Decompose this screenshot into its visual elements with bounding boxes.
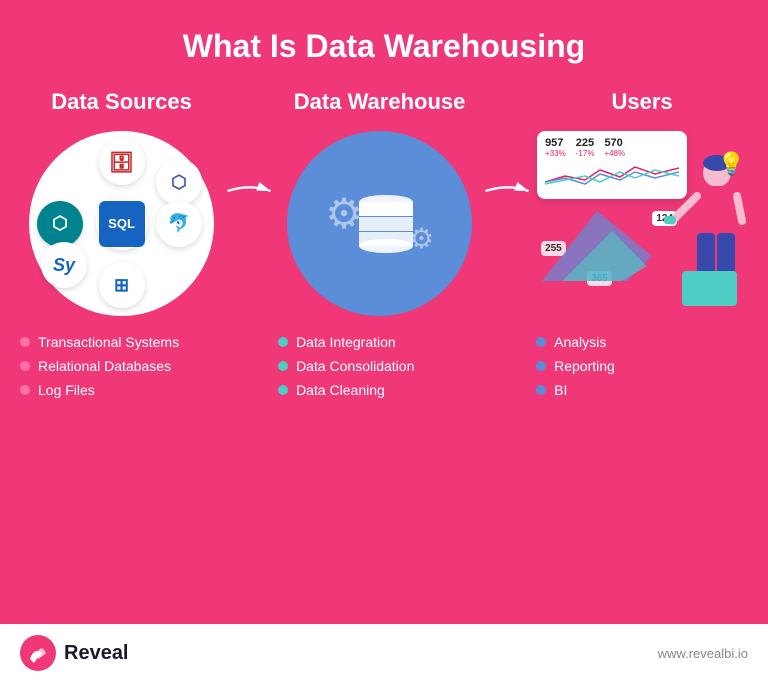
source-icon-network: ⊞: [99, 262, 145, 308]
website-url: www.revealbi.io: [658, 646, 748, 661]
source-icon-sy: Sy: [41, 242, 87, 288]
warehouse-bullet-list: Data Integration Data Consolidation Data…: [278, 334, 481, 406]
lightbulb-icon: 💡: [718, 151, 745, 177]
sy-icon: Sy: [53, 255, 75, 276]
sources-bullet-list: Transactional Systems Relational Databas…: [20, 334, 223, 406]
chart-numbers-row: 957 +33% 225 -17% 570 +48%: [545, 137, 679, 158]
content-area: Data Sources 🗄 ⬡ ⬡ SQL: [0, 89, 768, 624]
db-red-icon: 🗄: [109, 150, 134, 175]
network-icon: ⊞: [114, 275, 129, 296]
sources-bullet-2: Relational Databases: [20, 358, 223, 374]
reveal-logo-icon: [20, 635, 56, 671]
bullet-dot-8: [536, 361, 546, 371]
footer: Reveal www.revealbi.io: [0, 624, 768, 682]
user-figure-svg: [662, 151, 747, 331]
gear-left-icon: ⚙: [325, 189, 363, 238]
warehouse-bullet-2: Data Consolidation: [278, 358, 481, 374]
data-warehouse-column: Data Warehouse ⚙: [278, 89, 481, 406]
source-icon-aws: ⬡: [156, 159, 202, 205]
area-chart-svg: [545, 162, 679, 188]
bullet-dot-7: [536, 337, 546, 347]
dw-content: ⚙ ⚙: [287, 131, 472, 316]
db-band-2: [359, 217, 413, 231]
users-bullet-1: Analysis: [536, 334, 748, 350]
aws-icon: ⬡: [171, 172, 187, 193]
chart-num-1: 957 +33%: [545, 137, 566, 158]
db-band-1: [359, 202, 413, 216]
sources-bullet-3: Log Files: [20, 382, 223, 398]
chart-num-2: 225 -17%: [576, 137, 595, 158]
arrow-2-svg: [481, 181, 536, 201]
arrow-1-svg: [223, 181, 278, 201]
data-warehouse-title: Data Warehouse: [294, 89, 466, 115]
users-bullet-list: Analysis Reporting BI: [536, 334, 748, 406]
users-title: Users: [611, 89, 672, 115]
bullet-dot-6: [278, 385, 288, 395]
bullet-dot-1: [20, 337, 30, 347]
sql-badge: SQL: [99, 201, 145, 247]
logo-area: Reveal: [20, 635, 129, 671]
arrow-2: [481, 181, 536, 201]
sources-bullet-1: Transactional Systems: [20, 334, 223, 350]
search-icon: ⬡: [52, 213, 68, 234]
mysql-icon: 🐬: [168, 213, 190, 234]
users-visual: 957 +33% 225 -17% 570 +48%: [537, 131, 747, 316]
bullet-dot-5: [278, 361, 288, 371]
bullet-dot-3: [20, 385, 30, 395]
bullet-dot-2: [20, 361, 30, 371]
source-icon-mysql: 🐬: [156, 201, 202, 247]
data-sources-circle: 🗄 ⬡ ⬡ SQL 🐬 S: [29, 131, 214, 316]
chart-num-3: 570 +48%: [604, 137, 625, 158]
bullet-dot-4: [278, 337, 288, 347]
warehouse-bullet-1: Data Integration: [278, 334, 481, 350]
source-icon-search: ⬡: [37, 201, 83, 247]
data-warehouse-circle: ⚙ ⚙: [287, 131, 472, 316]
source-icon-sql: SQL: [96, 198, 148, 250]
db-bottom: [359, 239, 413, 253]
data-sources-title: Data Sources: [51, 89, 192, 115]
logo-text: Reveal: [64, 642, 129, 665]
users-bullet-3: BI: [536, 382, 748, 398]
main-container: What Is Data Warehousing Data Sources 🗄 …: [0, 0, 768, 682]
area-chart-lower: [542, 206, 662, 286]
users-column: Users 957 +33% 225 -17%: [536, 89, 748, 406]
db-cylinder: [359, 195, 413, 253]
data-sources-column: Data Sources 🗄 ⬡ ⬡ SQL: [20, 89, 223, 406]
arrow-1: [223, 181, 278, 201]
users-bullet-2: Reporting: [536, 358, 748, 374]
page-title: What Is Data Warehousing: [183, 28, 585, 65]
source-icon-db-red: 🗄: [99, 139, 145, 185]
warehouse-bullet-3: Data Cleaning: [278, 382, 481, 398]
bullet-dot-9: [536, 385, 546, 395]
